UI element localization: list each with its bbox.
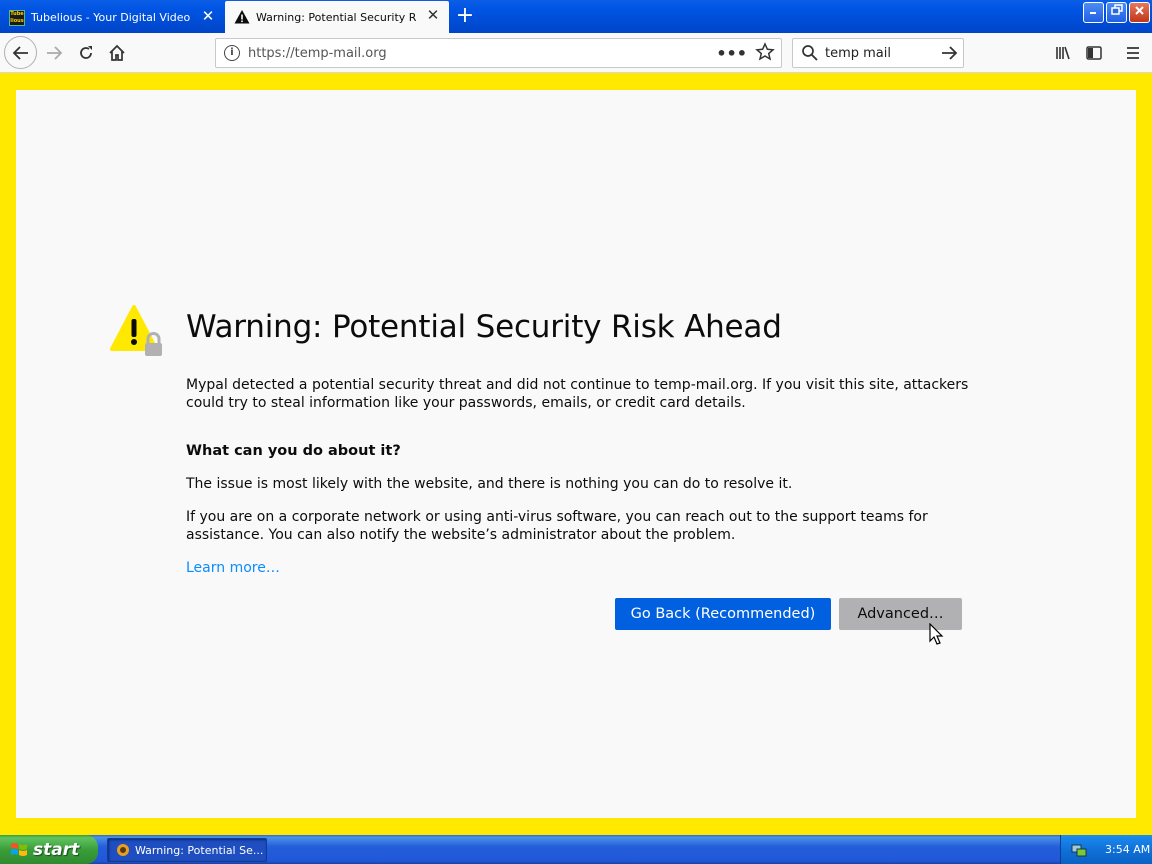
close-tab-icon[interactable]: ✕ bbox=[425, 7, 441, 23]
intro-text: Mypal detected a potential security thre… bbox=[186, 377, 969, 411]
system-tray: 3:54 AM bbox=[1060, 835, 1152, 864]
tab-title: Tubelious - Your Digital Video Repo bbox=[31, 11, 191, 24]
arrow-left-icon bbox=[12, 45, 28, 60]
bookmark-star-icon[interactable] bbox=[755, 42, 775, 62]
arrow-right-icon bbox=[47, 46, 63, 60]
search-input[interactable]: temp mail bbox=[825, 46, 891, 61]
menu-button[interactable] bbox=[1117, 37, 1149, 69]
taskbar: start Warning: Potential Se... 3:54 AM bbox=[0, 835, 1152, 864]
page-actions-icon[interactable]: ••• bbox=[716, 44, 747, 63]
windows-logo-icon bbox=[11, 842, 27, 856]
reload-button[interactable] bbox=[70, 37, 102, 69]
mouse-cursor-icon bbox=[929, 623, 944, 645]
url-text[interactable]: https://temp-mail.org bbox=[248, 46, 387, 61]
learn-more-link[interactable]: Learn more… bbox=[186, 559, 280, 577]
sidebar-icon bbox=[1086, 46, 1102, 60]
close-window-button[interactable] bbox=[1129, 2, 1150, 23]
start-label: start bbox=[33, 839, 80, 860]
browser-icon bbox=[117, 844, 129, 856]
navigation-toolbar: i https://temp-mail.org ••• temp mail bbox=[0, 33, 1152, 73]
restore-button[interactable] bbox=[1106, 2, 1127, 23]
tab-tubelious[interactable]: Tube lious Tubelious - Your Digital Video… bbox=[0, 2, 224, 33]
network-icon[interactable] bbox=[1071, 842, 1087, 858]
minimize-button[interactable] bbox=[1083, 2, 1104, 23]
page-title: Warning: Potential Security Risk Ahead bbox=[186, 309, 782, 345]
back-button[interactable] bbox=[4, 36, 37, 69]
search-icon bbox=[802, 45, 818, 61]
taskbar-item-label: Warning: Potential Se... bbox=[135, 843, 264, 857]
issue-text: The issue is most likely with the websit… bbox=[186, 476, 793, 492]
library-button[interactable] bbox=[1047, 37, 1079, 69]
content-viewport: Warning: Potential Security Risk Ahead M… bbox=[0, 73, 1152, 835]
section-heading: What can you do about it? bbox=[186, 443, 401, 459]
sidebar-button[interactable] bbox=[1078, 37, 1110, 69]
forward-button[interactable] bbox=[38, 37, 70, 69]
taskbar-item-browser[interactable]: Warning: Potential Se... bbox=[107, 838, 267, 862]
error-page: Warning: Potential Security Risk Ahead M… bbox=[16, 90, 1136, 818]
warning-lock-icon bbox=[110, 305, 162, 356]
start-button[interactable]: start bbox=[0, 835, 98, 864]
go-back-button[interactable]: Go Back (Recommended) bbox=[615, 598, 831, 630]
restore-icon bbox=[1110, 4, 1123, 15]
tubelious-favicon-icon: Tube lious bbox=[9, 9, 25, 26]
reload-icon bbox=[80, 46, 92, 59]
home-button[interactable] bbox=[101, 37, 133, 69]
tab-warning[interactable]: Warning: Potential Security Risk Ah ✕ bbox=[225, 1, 449, 33]
close-icon bbox=[1135, 6, 1144, 15]
url-bar[interactable]: i https://temp-mail.org ••• bbox=[215, 38, 782, 68]
new-tab-button[interactable]: + bbox=[452, 4, 478, 30]
tab-title: Warning: Potential Security Risk Ah bbox=[256, 10, 416, 24]
clock: 3:54 AM bbox=[1105, 843, 1151, 856]
title-bar: Tube lious Tubelious - Your Digital Video… bbox=[0, 0, 1152, 33]
search-bar[interactable]: temp mail bbox=[792, 38, 964, 68]
corporate-network-text: If you are on a corporate network or usi… bbox=[186, 509, 928, 543]
close-tab-icon[interactable]: ✕ bbox=[200, 8, 216, 24]
library-icon bbox=[1056, 46, 1070, 60]
minimize-icon bbox=[1090, 12, 1096, 14]
home-icon bbox=[109, 44, 125, 61]
info-icon[interactable]: i bbox=[224, 45, 240, 61]
hamburger-menu-icon bbox=[1127, 47, 1139, 59]
arrow-right-icon[interactable] bbox=[940, 44, 958, 62]
warning-icon bbox=[234, 10, 250, 24]
